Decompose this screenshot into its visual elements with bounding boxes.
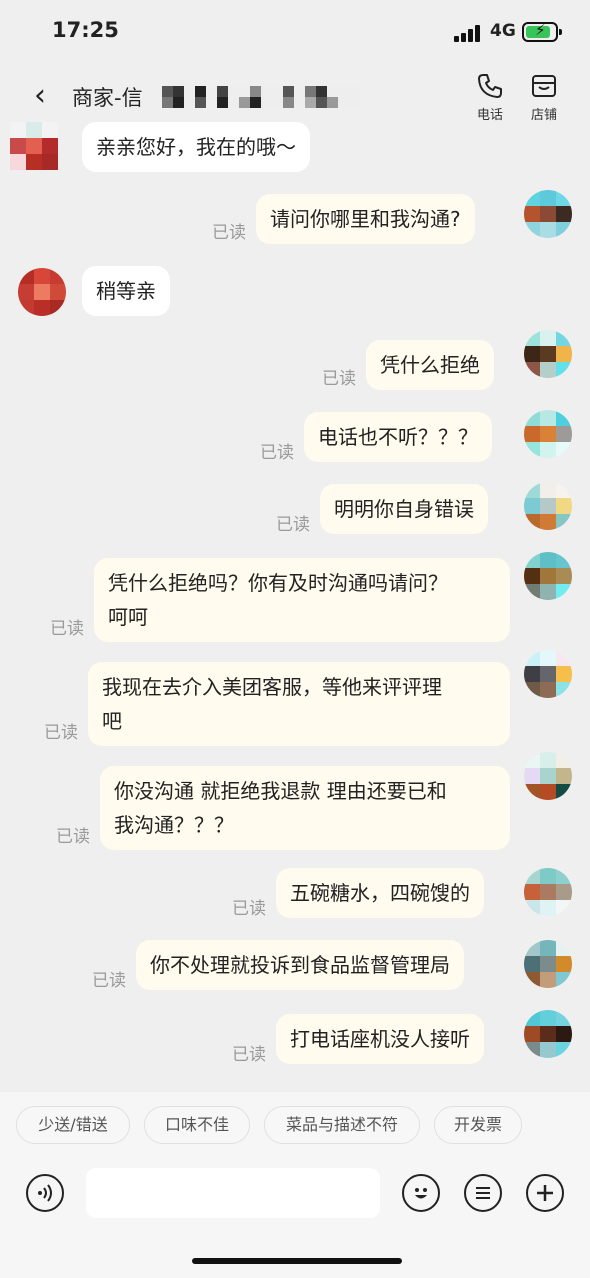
chevron-left-icon[interactable]: ‹ (34, 78, 46, 113)
read-receipt: 已读 (232, 1045, 266, 1065)
merchant-avatar[interactable] (18, 268, 66, 316)
message-bubble[interactable]: 稍等亲 (82, 266, 170, 316)
emoji-button[interactable] (402, 1174, 440, 1212)
read-receipt: 已读 (276, 515, 310, 535)
message-bubble[interactable]: 亲亲您好，我在的哦～ (82, 122, 310, 172)
voice-input-button[interactable] (26, 1174, 64, 1212)
message-line: 凭什么拒绝吗？你有及时沟通吗请问？ (108, 571, 448, 595)
message-line: 呵呵 (108, 605, 148, 629)
user-avatar[interactable] (524, 752, 572, 800)
store-button[interactable]: 店铺 (519, 72, 569, 123)
message-bubble[interactable]: 请问你哪里和我沟通? (256, 194, 475, 244)
message-line: 吧 (102, 709, 122, 733)
chat-header: ‹ 商家-信 电话 店铺 (0, 64, 590, 124)
message-line: 我沟通？？？ (114, 813, 234, 837)
composer-area: 少送/错送 口味不佳 菜品与描述不符 开发票 (0, 1092, 590, 1278)
message-bubble[interactable]: 你不处理就投诉到食品监督管理局 (136, 940, 464, 990)
list-icon (476, 1187, 490, 1199)
battery-icon: ⚡ (522, 21, 562, 42)
user-avatar[interactable] (524, 552, 572, 600)
message-bubble[interactable]: 电话也不听？？？ (304, 412, 492, 462)
store-label: 店铺 (530, 108, 557, 123)
quick-reply-chip[interactable]: 口味不佳 (144, 1106, 250, 1144)
message-bubble[interactable]: 打电话座机没人接听 (276, 1014, 484, 1064)
more-actions-button[interactable] (526, 1174, 564, 1212)
voice-icon (38, 1184, 52, 1202)
user-avatar[interactable] (524, 482, 572, 530)
merchant-avatar[interactable] (10, 122, 58, 170)
phone-icon (476, 72, 504, 100)
message-bubble[interactable]: 我现在去介入美团客服，等他来评评理 吧 (88, 662, 510, 746)
message-bubble[interactable]: 凭什么拒绝吗？你有及时沟通吗请问？ 呵呵 (94, 558, 510, 642)
read-receipt: 已读 (212, 223, 246, 243)
phone-label: 电话 (476, 108, 503, 123)
redacted-name (162, 86, 360, 108)
store-icon (530, 72, 558, 100)
read-receipt: 已读 (92, 971, 126, 991)
message-bubble[interactable]: 凭什么拒绝 (366, 340, 494, 390)
quick-phrase-button[interactable] (464, 1174, 502, 1212)
user-avatar[interactable] (524, 190, 572, 238)
read-receipt: 已读 (56, 827, 90, 847)
status-bar: 17:25 4G ⚡ (0, 0, 590, 64)
user-avatar[interactable] (524, 330, 572, 378)
read-receipt: 已读 (232, 899, 266, 919)
signal-icon (454, 24, 482, 42)
message-input[interactable] (86, 1168, 380, 1218)
message-bubble[interactable]: 你没沟通 就拒绝我退款 理由还要已和 我沟通？？？ (100, 766, 510, 850)
emoji-icon (415, 1188, 427, 1199)
message-line: 你没沟通 就拒绝我退款 理由还要已和 (114, 779, 447, 803)
chat-title: 商家-信 (72, 86, 143, 110)
home-indicator (192, 1258, 402, 1264)
message-bubble[interactable]: 五碗糖水，四碗馊的 (276, 868, 484, 918)
message-line: 我现在去介入美团客服，等他来评评理 (102, 675, 442, 699)
user-avatar[interactable] (524, 650, 572, 698)
read-receipt: 已读 (44, 723, 78, 743)
read-receipt: 已读 (322, 369, 356, 389)
quick-reply-chip[interactable]: 开发票 (434, 1106, 522, 1144)
network-type: 4G (490, 21, 516, 41)
message-bubble[interactable]: 明明你自身错误 (320, 484, 488, 534)
plus-icon (537, 1185, 553, 1201)
user-avatar[interactable] (524, 410, 572, 458)
read-receipt: 已读 (50, 619, 84, 639)
quick-reply-chip[interactable]: 菜品与描述不符 (264, 1106, 420, 1144)
status-time: 17:25 (52, 18, 119, 42)
quick-reply-chip[interactable]: 少送/错送 (16, 1106, 130, 1144)
read-receipt: 已读 (260, 443, 294, 463)
phone-button[interactable]: 电话 (465, 72, 515, 123)
user-avatar[interactable] (524, 1010, 572, 1058)
user-avatar[interactable] (524, 868, 572, 916)
user-avatar[interactable] (524, 940, 572, 988)
